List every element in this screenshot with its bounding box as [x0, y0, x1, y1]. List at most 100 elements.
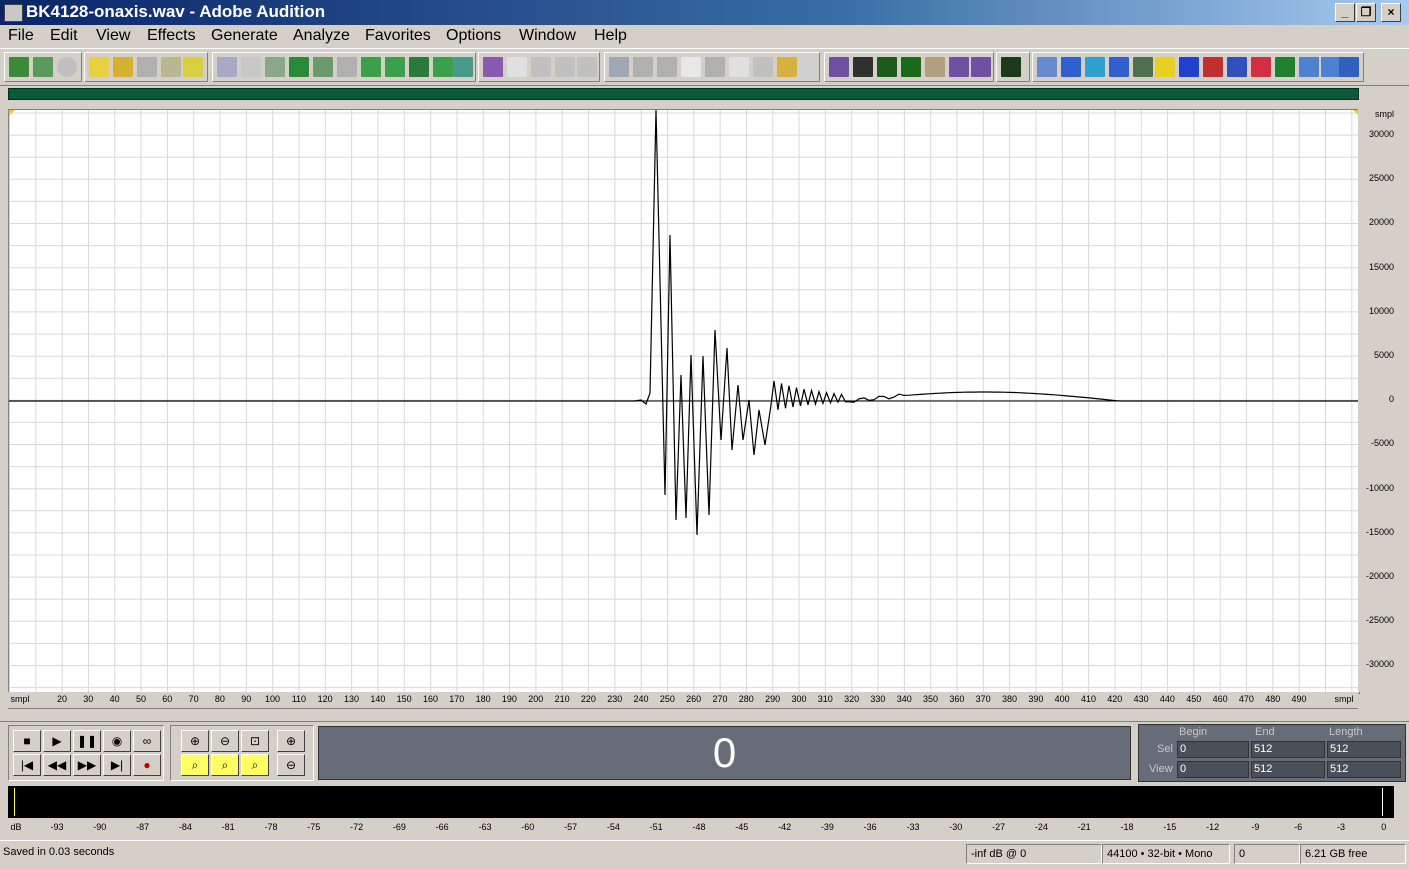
selection-window-icon[interactable]	[753, 57, 773, 77]
effect-icon-7[interactable]	[971, 57, 991, 77]
x-tick-label: 240	[633, 694, 649, 704]
zoom-in-vertical-icon[interactable]: ⊕	[277, 730, 305, 752]
cut-icon[interactable]	[337, 57, 357, 77]
level-meter[interactable]	[8, 786, 1394, 818]
zoom-window-icon[interactable]	[705, 57, 725, 77]
menu-favorites[interactable]: Favorites	[365, 27, 431, 45]
cd-view-icon[interactable]	[57, 57, 77, 77]
overview-bar[interactable]	[8, 88, 1359, 100]
sel-length-field[interactable]: 512	[1327, 741, 1401, 758]
close-button[interactable]: ×	[1381, 3, 1401, 22]
level-window-icon[interactable]	[777, 57, 797, 77]
paste-icon[interactable]	[361, 57, 381, 77]
menu-window[interactable]: Window	[519, 27, 576, 45]
app-icon[interactable]	[4, 4, 23, 22]
effect-icon-2[interactable]	[853, 57, 873, 77]
plugin-icon-5[interactable]	[1133, 57, 1153, 77]
analyze-icon[interactable]	[1001, 57, 1021, 77]
play-button[interactable]: ▶	[43, 730, 71, 752]
status-window-icon[interactable]	[797, 57, 817, 77]
effect-icon-5[interactable]	[925, 57, 945, 77]
restore-button[interactable]: ❐	[1356, 3, 1376, 22]
plugin-icon-11[interactable]	[1275, 57, 1295, 77]
begin-header: Begin	[1179, 726, 1208, 738]
go-to-start-button[interactable]: |◀	[13, 754, 41, 776]
repeat-icon[interactable]	[265, 57, 285, 77]
window-icon-3[interactable]	[657, 57, 677, 77]
paste-new-icon[interactable]	[385, 57, 405, 77]
window-icon-2[interactable]	[633, 57, 653, 77]
mix-paste-icon[interactable]	[409, 57, 429, 77]
meter-tick-label: -60	[521, 822, 535, 832]
menu-view[interactable]: View	[96, 27, 130, 45]
sel-begin-field[interactable]: 0	[1177, 741, 1249, 758]
sel-end-field[interactable]: 512	[1251, 741, 1325, 758]
trim-icon[interactable]	[433, 57, 453, 77]
grid-icon-2[interactable]	[555, 57, 575, 77]
zoom-full-icon[interactable]: ⊡	[241, 730, 269, 752]
view-end-field[interactable]: 512	[1251, 761, 1325, 778]
time-window-icon[interactable]	[729, 57, 749, 77]
plugin-icon-10[interactable]	[1251, 57, 1271, 77]
transport-icon[interactable]	[681, 57, 701, 77]
effect-icon-6[interactable]	[949, 57, 969, 77]
view-begin-field[interactable]: 0	[1177, 761, 1249, 778]
window-icon-1[interactable]	[609, 57, 629, 77]
undo-icon[interactable]	[217, 57, 237, 77]
plugin-icon-2[interactable]	[1061, 57, 1081, 77]
pause-button[interactable]: ❚❚	[73, 730, 101, 752]
grid-icon-3[interactable]	[577, 57, 597, 77]
copy-icon[interactable]	[313, 57, 333, 77]
menu-file[interactable]: File	[8, 27, 34, 45]
zoom-in-icon[interactable]: ⊕	[181, 730, 209, 752]
zoom-out-vertical-icon[interactable]: ⊖	[277, 754, 305, 776]
display-toggle-icon[interactable]	[507, 57, 527, 77]
fast-forward-button[interactable]: ▶▶	[73, 754, 101, 776]
effect-icon-1[interactable]	[829, 57, 849, 77]
plugin-icon-13[interactable]	[1321, 57, 1341, 77]
plugin-icon-4[interactable]	[1109, 57, 1129, 77]
menu-edit[interactable]: Edit	[50, 27, 78, 45]
menu-analyze[interactable]: Analyze	[293, 27, 350, 45]
spectral-view-icon[interactable]	[483, 57, 503, 77]
effect-icon-3[interactable]	[877, 57, 897, 77]
zoom-right-icon[interactable]: ⌕	[211, 754, 239, 776]
plugin-icon-3[interactable]	[1085, 57, 1105, 77]
plugin-icon-6[interactable]	[1155, 57, 1175, 77]
save-icon[interactable]	[137, 57, 157, 77]
new-file-icon[interactable]	[89, 57, 109, 77]
zoom-left-icon[interactable]: ⌕	[181, 754, 209, 776]
plugin-icon-12[interactable]	[1299, 57, 1319, 77]
grid-icon-1[interactable]	[531, 57, 551, 77]
plugin-icon-7[interactable]	[1179, 57, 1199, 77]
menu-generate[interactable]: Generate	[211, 27, 278, 45]
stop-button[interactable]: ■	[13, 730, 41, 752]
save-as-icon[interactable]	[161, 57, 181, 77]
view-length-field[interactable]: 512	[1327, 761, 1401, 778]
waveform-view-icon[interactable]	[9, 57, 29, 77]
loop-button[interactable]: ∞	[133, 730, 161, 752]
menu-options[interactable]: Options	[446, 27, 501, 45]
rewind-button[interactable]: ◀◀	[43, 754, 71, 776]
zoom-out-icon[interactable]: ⊖	[211, 730, 239, 752]
effect-icon-4[interactable]	[901, 57, 921, 77]
plugin-icon-8[interactable]	[1203, 57, 1223, 77]
open-file-icon[interactable]	[113, 57, 133, 77]
play-to-end-button[interactable]: ◉	[103, 730, 131, 752]
plugin-icon-1[interactable]	[1037, 57, 1057, 77]
waveform-display[interactable]	[8, 109, 1360, 694]
copy-new-icon[interactable]	[289, 57, 309, 77]
menu-effects[interactable]: Effects	[147, 27, 196, 45]
plugin-icon-14[interactable]	[1339, 57, 1359, 77]
plugin-icon-9[interactable]	[1227, 57, 1247, 77]
menu-help[interactable]: Help	[594, 27, 627, 45]
minimize-button[interactable]: _	[1335, 3, 1355, 22]
record-button[interactable]: ●	[133, 754, 161, 776]
multitrack-view-icon[interactable]	[33, 57, 53, 77]
zoom-selection-icon[interactable]: ⌕	[241, 754, 269, 776]
go-to-end-button[interactable]: ▶|	[103, 754, 131, 776]
redo-icon[interactable]	[241, 57, 261, 77]
delete-silence-icon[interactable]	[453, 57, 473, 77]
save-all-icon[interactable]	[183, 57, 203, 77]
toolbar-group-view	[4, 52, 82, 82]
